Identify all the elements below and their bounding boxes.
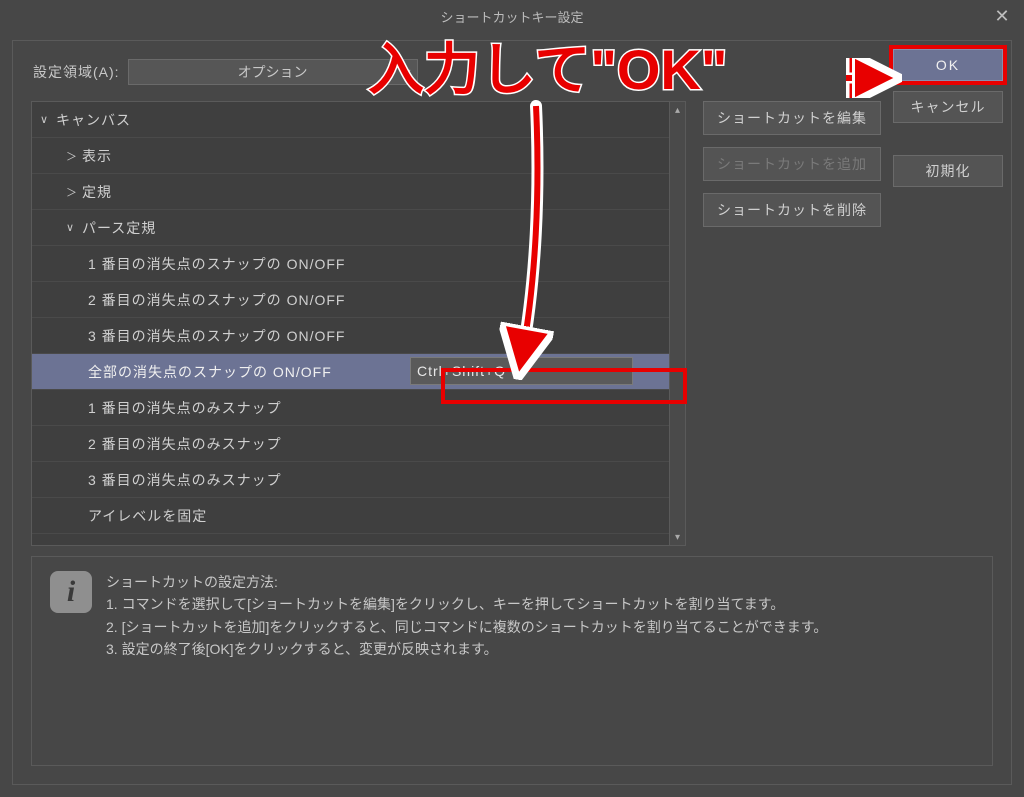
tree-label: 2 番目の消失点のスナップの ON/OFF — [88, 290, 345, 310]
scroll-up-icon[interactable]: ▴ — [670, 102, 685, 118]
titlebar: ショートカットキー設定 ✕ — [0, 0, 1024, 32]
area-select-value: オプション — [238, 62, 308, 82]
dialog-body: 設定領域(A): オプション ▾ ∨ キャンバス ＞ 表示 ＞ 定規 ∨ パース… — [12, 40, 1012, 785]
tree-label: 定規 — [82, 182, 112, 202]
tree-row[interactable]: 3 番目の消失点のみスナップ — [32, 462, 669, 498]
tree-label: キャンバス — [56, 110, 131, 130]
tree-container: ∨ キャンバス ＞ 表示 ＞ 定規 ∨ パース定規 1 番目の消失点のスナップの… — [31, 101, 686, 546]
tree-label: パース定規 — [82, 218, 156, 238]
tree-row[interactable]: 2 番目の消失点のスナップの ON/OFF — [32, 282, 669, 318]
tree-row[interactable]: アイレベルを固定 — [32, 498, 669, 534]
tree-row[interactable]: ＞ 定規 — [32, 174, 669, 210]
info-icon: i — [50, 571, 92, 613]
tree-row[interactable]: ＞ 表示 — [32, 138, 669, 174]
tree-row[interactable]: ∨ パース定規 — [32, 210, 669, 246]
dialog-buttons: OK キャンセル 初期化 — [893, 49, 1003, 187]
tree-label: 表示 — [82, 146, 112, 166]
info-text: ショートカットの設定方法: 1. コマンドを選択して[ショートカットを編集]をク… — [106, 571, 827, 751]
chevron-right-icon: ＞ — [66, 148, 82, 164]
dialog-title: ショートカットキー設定 — [440, 7, 583, 26]
delete-shortcut-button[interactable]: ショートカットを削除 — [703, 193, 881, 227]
tree-label: 1 番目の消失点のスナップの ON/OFF — [88, 254, 345, 274]
area-row: 設定領域(A): オプション ▾ — [33, 59, 418, 85]
tree-label: 1 番目の消失点のみスナップ — [88, 398, 282, 418]
scroll-down-icon[interactable]: ▾ — [670, 529, 685, 545]
tree-row-root[interactable]: ∨ キャンバス — [32, 102, 669, 138]
chevron-down-icon: ▾ — [406, 67, 411, 78]
tree-label: 2 番目の消失点のみスナップ — [88, 434, 282, 454]
info-title: ショートカットの設定方法: — [106, 571, 827, 593]
tree-label: 3 番目の消失点のスナップの ON/OFF — [88, 326, 345, 346]
area-select[interactable]: オプション ▾ — [128, 59, 418, 85]
info-line: 2. [ショートカットを追加]をクリックすると、同じコマンドに複数のショートカッ… — [106, 616, 827, 638]
command-tree[interactable]: ∨ キャンバス ＞ 表示 ＞ 定規 ∨ パース定規 1 番目の消失点のスナップの… — [32, 102, 669, 545]
tree-label: 3 番目の消失点のみスナップ — [88, 470, 282, 490]
edit-shortcut-button[interactable]: ショートカットを編集 — [703, 101, 881, 135]
scrollbar[interactable]: ▴ ▾ — [669, 102, 685, 545]
close-icon[interactable]: ✕ — [980, 0, 1024, 32]
tree-row-selected[interactable]: 全部の消失点のスナップの ON/OFF Ctrl+Shift+Q — [32, 354, 669, 390]
chevron-down-icon: ∨ — [66, 221, 82, 234]
chevron-down-icon: ∨ — [40, 113, 56, 126]
tree-row[interactable]: 2 番目の消失点のみスナップ — [32, 426, 669, 462]
tree-row[interactable]: 3 番目の消失点のスナップの ON/OFF — [32, 318, 669, 354]
area-label: 設定領域(A): — [33, 62, 120, 82]
tree-row[interactable]: 1 番目の消失点のみスナップ — [32, 390, 669, 426]
tree-label: 全部の消失点のスナップの ON/OFF — [88, 362, 332, 382]
shortcut-input[interactable]: Ctrl+Shift+Q — [410, 357, 633, 385]
info-panel: i ショートカットの設定方法: 1. コマンドを選択して[ショートカットを編集]… — [31, 556, 993, 766]
info-line: 3. 設定の終了後[OK]をクリックすると、変更が反映されます。 — [106, 638, 827, 660]
shortcut-action-buttons: ショートカットを編集 ショートカットを追加 ショートカットを削除 — [703, 101, 881, 227]
chevron-right-icon: ＞ — [66, 184, 82, 200]
tree-label: アイレベルを固定 — [88, 506, 207, 526]
info-line: 1. コマンドを選択して[ショートカットを編集]をクリックし、キーを押してショー… — [106, 593, 827, 615]
ok-button[interactable]: OK — [893, 49, 1003, 81]
cancel-button[interactable]: キャンセル — [893, 91, 1003, 123]
add-shortcut-button: ショートカットを追加 — [703, 147, 881, 181]
reset-button[interactable]: 初期化 — [893, 155, 1003, 187]
tree-row[interactable]: 1 番目の消失点のスナップの ON/OFF — [32, 246, 669, 282]
shortcut-value: Ctrl+Shift+Q — [417, 363, 506, 379]
